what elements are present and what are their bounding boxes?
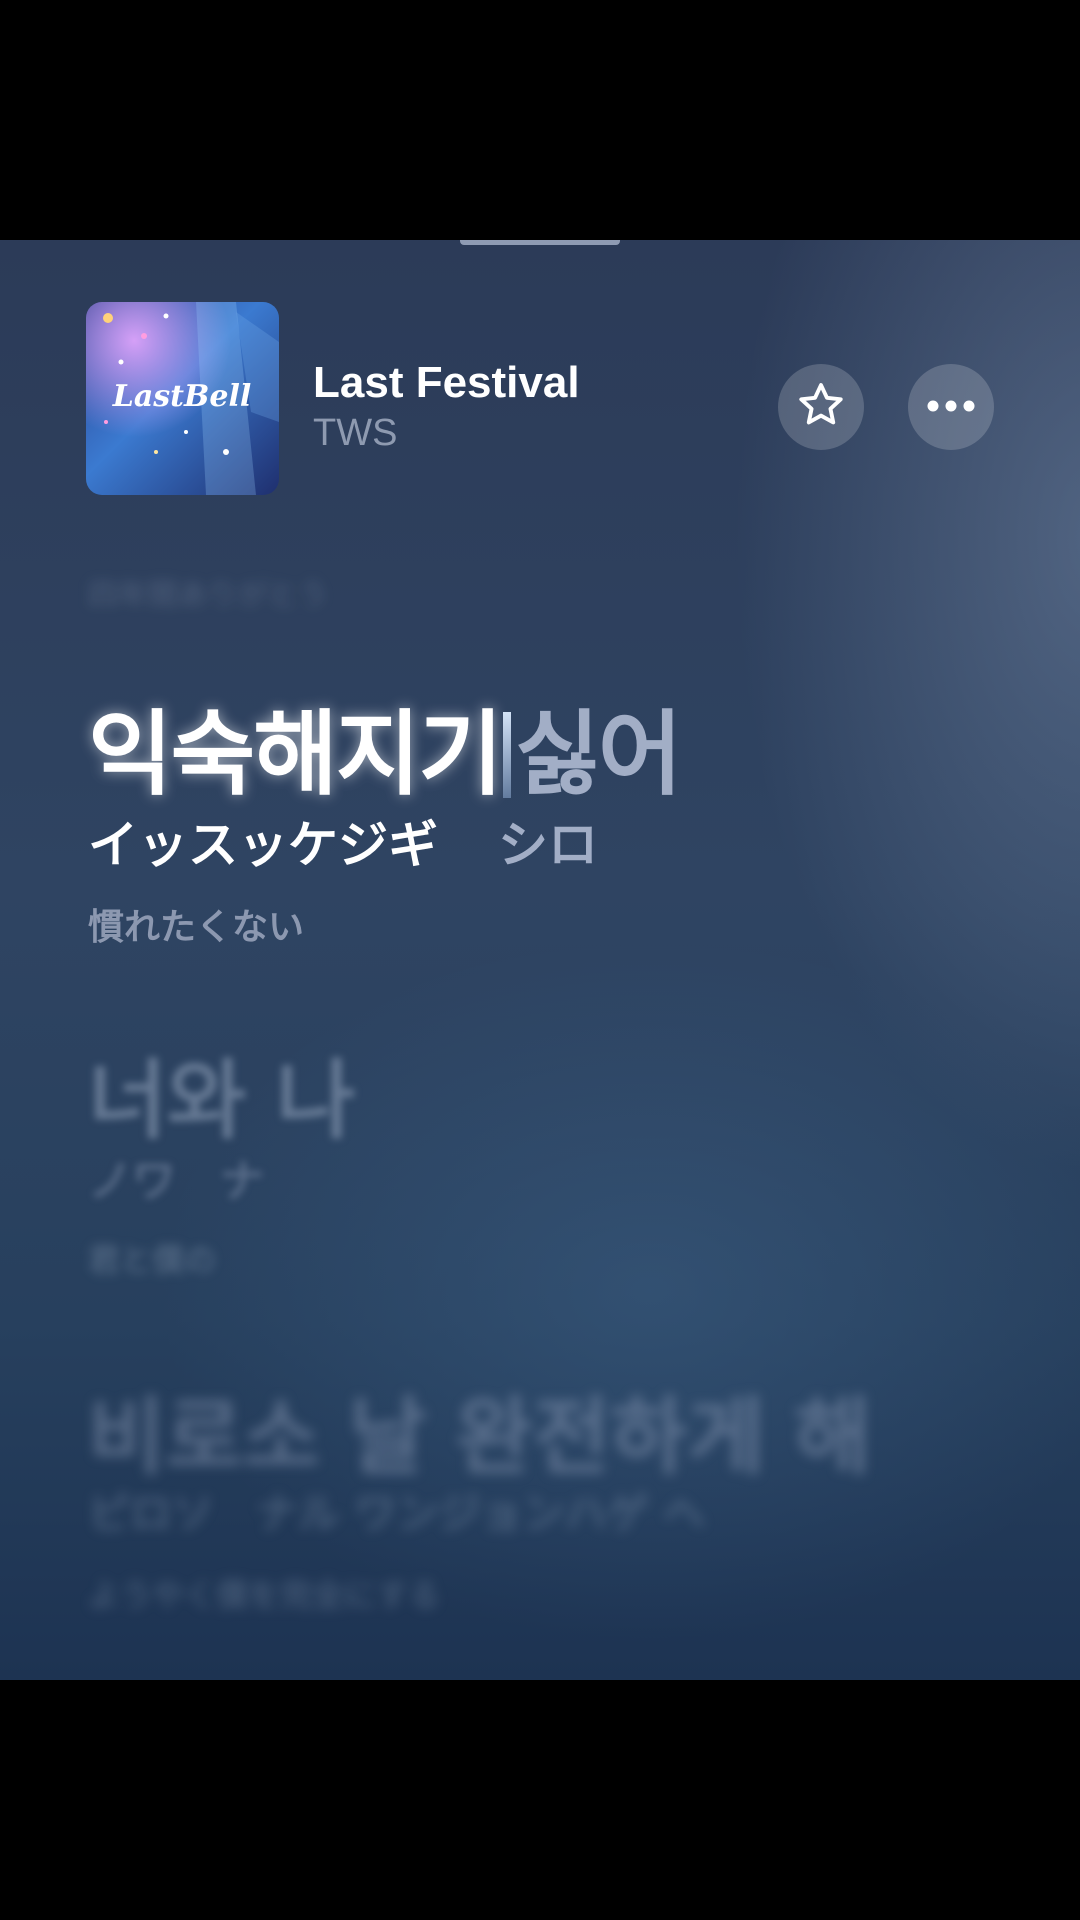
later-lyric-translation: ようやく僕を完全にする xyxy=(88,1576,441,1614)
artist-name[interactable]: TWS xyxy=(313,412,397,455)
later-lyric-reading: ピロソ ナル ワンジョンハゲ ヘ xyxy=(88,1489,706,1538)
artwork-title-text: LastBell xyxy=(112,379,252,414)
sheet-grabber[interactable] xyxy=(460,240,620,245)
previous-lyric-translation[interactable]: 四年間ありがとう xyxy=(88,570,328,614)
album-artwork-image: LastBell xyxy=(86,302,279,495)
active-lyric-translation: 慣れたくない xyxy=(88,907,305,948)
active-lyric-reading: イッスッケジギ シロ xyxy=(88,805,598,877)
later-lyric-line[interactable]: 비로소 날 완전하게 해 xyxy=(88,1370,871,1491)
next-lyric-reading: ノワ ナ xyxy=(88,1156,264,1207)
song-title[interactable]: Last Festival xyxy=(313,358,580,408)
active-reading-unsung: シロ xyxy=(498,816,598,874)
star-outline-icon xyxy=(795,379,847,435)
lyrics-screen: LastBell Last Festival TWS 四年間ありがとう 익숙해지… xyxy=(0,240,1080,1680)
next-lyric-line[interactable]: 너와 나 xyxy=(88,1030,355,1155)
more-options-button[interactable] xyxy=(908,364,994,450)
next-lyric-translation: 君と僕の xyxy=(88,1241,217,1279)
active-reading-sung: イッスッケジギ xyxy=(88,816,438,874)
album-artwork[interactable]: LastBell xyxy=(86,302,279,495)
ellipsis-icon xyxy=(926,398,976,417)
active-lyric-unsung: 싫어 xyxy=(515,701,682,808)
active-lyric-line[interactable]: 익숙해지기 싫어 xyxy=(88,680,682,813)
active-lyric-sung: 익숙해지기 xyxy=(88,701,503,808)
favorite-button[interactable] xyxy=(778,364,864,450)
lyric-progress-cursor xyxy=(503,712,512,798)
